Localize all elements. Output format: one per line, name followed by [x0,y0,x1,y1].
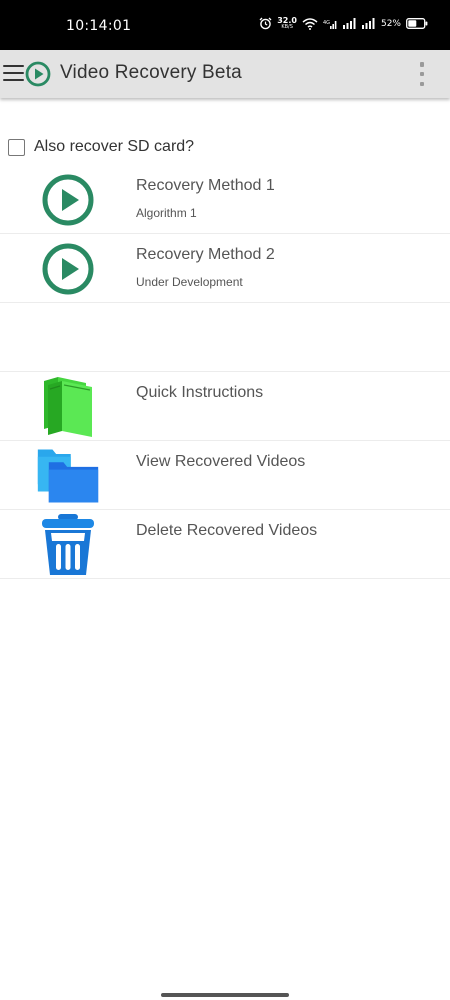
battery-percent: 52% [380,18,401,29]
signal-icon [342,18,357,29]
sd-card-option[interactable]: Also recover SD card? [8,138,194,156]
app-title: Video Recovery Beta [60,62,242,83]
net-speed-indicator: 32.0 KB/S [277,16,297,31]
delete-recovered-videos-item[interactable]: Delete Recovered Videos [0,510,450,579]
quick-instructions-item[interactable]: Quick Instructions [0,372,450,441]
folder-icon [36,447,100,505]
list-spacer [0,303,450,372]
battery-icon [406,18,428,29]
hamburger-menu-icon[interactable] [3,65,24,82]
delete-recovered-videos-title: Delete Recovered Videos [136,522,318,539]
menu-list: Recovery Method 1 Algorithm 1 Recovery M… [0,165,450,579]
volte-signal-icon: 4G [323,18,338,30]
alarm-icon [259,17,272,30]
status-bar: 10:14:01 32.0 KB/S 4G 52% [0,0,450,50]
sd-card-label: Also recover SD card? [34,138,195,155]
signal-icon-2 [361,18,376,29]
navigation-handle[interactable] [161,993,289,997]
status-icons: 32.0 KB/S 4G 52% [259,17,428,30]
recovery-method-2-item[interactable]: Recovery Method 2 Under Development [0,234,450,303]
wifi-icon [302,17,318,30]
app-bar: Video Recovery Beta [0,50,450,98]
app-logo-icon [25,61,51,87]
recovery-method-1-title: Recovery Method 1 [136,177,275,194]
net-speed-unit: KB/S [281,24,293,30]
status-time: 10:14:01 [66,18,132,34]
recovery-method-2-title: Recovery Method 2 [136,246,275,263]
play-circle-icon [36,240,100,298]
recovery-method-2-subtitle: Under Development [136,275,243,289]
trash-icon [36,514,100,575]
view-recovered-videos-title: View Recovered Videos [136,453,306,470]
net-speed-value: 32.0 [277,16,297,25]
play-circle-icon [36,171,100,229]
view-recovered-videos-item[interactable]: View Recovered Videos [0,441,450,510]
books-icon [36,377,100,437]
overflow-menu-icon[interactable] [418,62,426,86]
quick-instructions-title: Quick Instructions [136,384,264,401]
recovery-method-1-item[interactable]: Recovery Method 1 Algorithm 1 [0,165,450,234]
sd-card-checkbox[interactable] [8,138,25,156]
recovery-method-1-subtitle: Algorithm 1 [136,206,197,220]
svg-text:4G: 4G [323,20,330,26]
